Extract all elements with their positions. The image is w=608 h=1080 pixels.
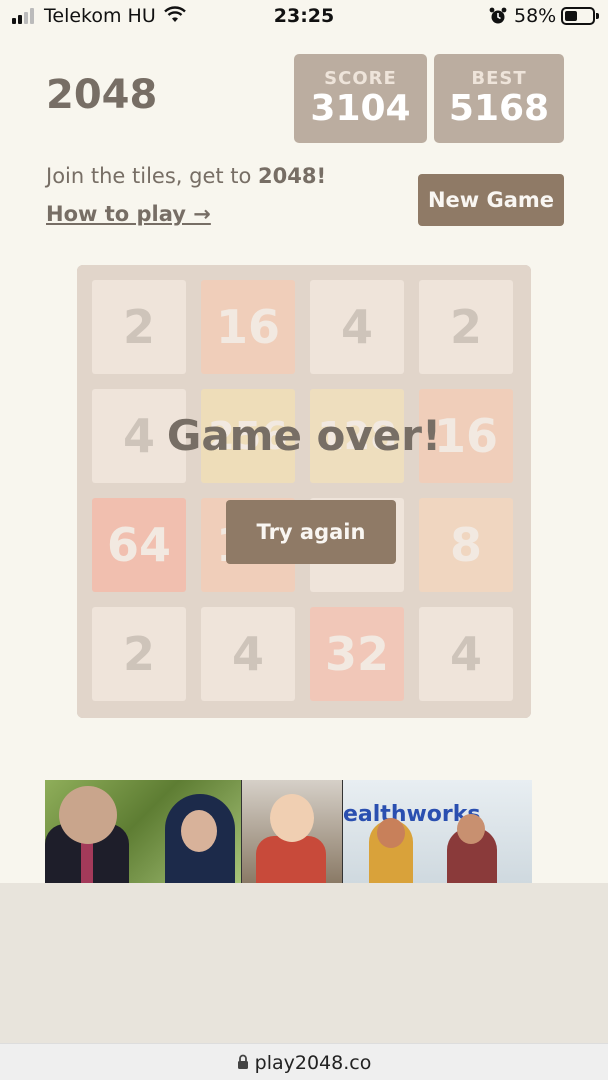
game-over-overlay: Game over! Try again <box>77 265 531 718</box>
ad-placeholder-area <box>0 883 608 1043</box>
battery-icon <box>561 7 599 25</box>
ad-photo-people <box>45 780 241 883</box>
try-again-button[interactable]: Try again <box>226 500 396 564</box>
tagline-goal: 2048! <box>258 164 327 188</box>
how-to-play-link[interactable]: How to play → <box>46 202 211 226</box>
ad-photo-fitness: ealthworks <box>343 780 532 883</box>
status-bar: Telekom HU 23:25 58% <box>0 0 608 34</box>
score-box: SCORE 3104 <box>294 54 427 143</box>
tagline: Join the tiles, get to 2048! <box>46 164 326 188</box>
new-game-button[interactable]: New Game <box>418 174 564 226</box>
best-score-box: BEST 5168 <box>434 54 564 143</box>
address-text[interactable]: play2048.co <box>0 1052 608 1075</box>
ad-banner[interactable]: ealthworks <box>45 780 532 883</box>
game-over-message: Game over! <box>166 411 442 460</box>
ad-photo-child <box>242 780 342 883</box>
battery-percent: 58% <box>514 5 557 27</box>
game-title: 2048 <box>46 72 158 118</box>
tagline-prefix: Join the tiles, get to <box>46 164 259 188</box>
score-value: 3104 <box>310 88 411 129</box>
score-label: SCORE <box>324 68 397 89</box>
lock-icon <box>237 1053 249 1075</box>
browser-address-bar[interactable]: play2048.co <box>0 1043 608 1080</box>
alarm-icon <box>489 7 507 29</box>
game-board: 2164242561281664162824324 Game over! Try… <box>77 265 531 718</box>
best-label: BEST <box>471 68 527 89</box>
best-value: 5168 <box>448 88 550 129</box>
url-text: play2048.co <box>254 1052 372 1074</box>
